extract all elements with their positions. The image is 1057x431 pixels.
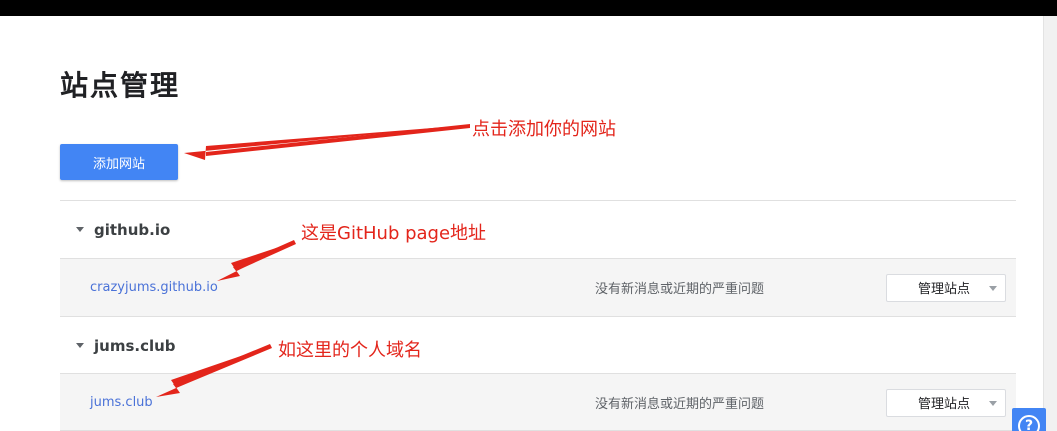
annotation-arrow [184,125,470,160]
group-header-github-io[interactable]: github.io [60,201,1016,258]
manage-site-dropdown[interactable]: 管理站点 [886,388,1006,417]
annotation-custom-domain: 如这里的个人域名 [278,340,422,361]
caret-down-icon[interactable] [76,227,84,232]
chevron-down-icon [989,285,997,291]
manage-site-label: 管理站点 [918,282,971,297]
annotation-github-page: 这是GitHub page地址 [301,223,487,244]
site-row-jums-club: jums.club 没有新消息或近期的严重问题 管理站点 [60,374,1016,431]
annotation-arrow [206,124,470,156]
help-icon: ? [1018,415,1040,431]
site-link[interactable]: crazyjums.github.io [90,280,218,295]
add-site-button[interactable]: 添加网站 [60,144,178,180]
group-header-jums-club[interactable]: jums.club [60,317,1016,374]
chevron-down-icon [989,400,997,406]
help-button[interactable]: ? [1012,408,1046,431]
page-title: 站点管理 [60,69,181,102]
site-link[interactable]: jums.club [90,395,153,410]
manage-site-label: 管理站点 [918,397,971,412]
site-status: 没有新消息或近期的严重问题 [595,282,765,297]
annotation-add-site: 点击添加你的网站 [472,119,616,140]
group-name: jums.club [94,336,176,355]
group-name: github.io [94,220,171,239]
browser-top-bar [0,0,1057,16]
page-scrollbar[interactable] [1043,16,1057,431]
manage-site-dropdown[interactable]: 管理站点 [886,273,1006,302]
site-status: 没有新消息或近期的严重问题 [595,397,765,412]
site-row-github-io: crazyjums.github.io 没有新消息或近期的严重问题 管理站点 [60,259,1016,316]
caret-down-icon[interactable] [76,343,84,348]
